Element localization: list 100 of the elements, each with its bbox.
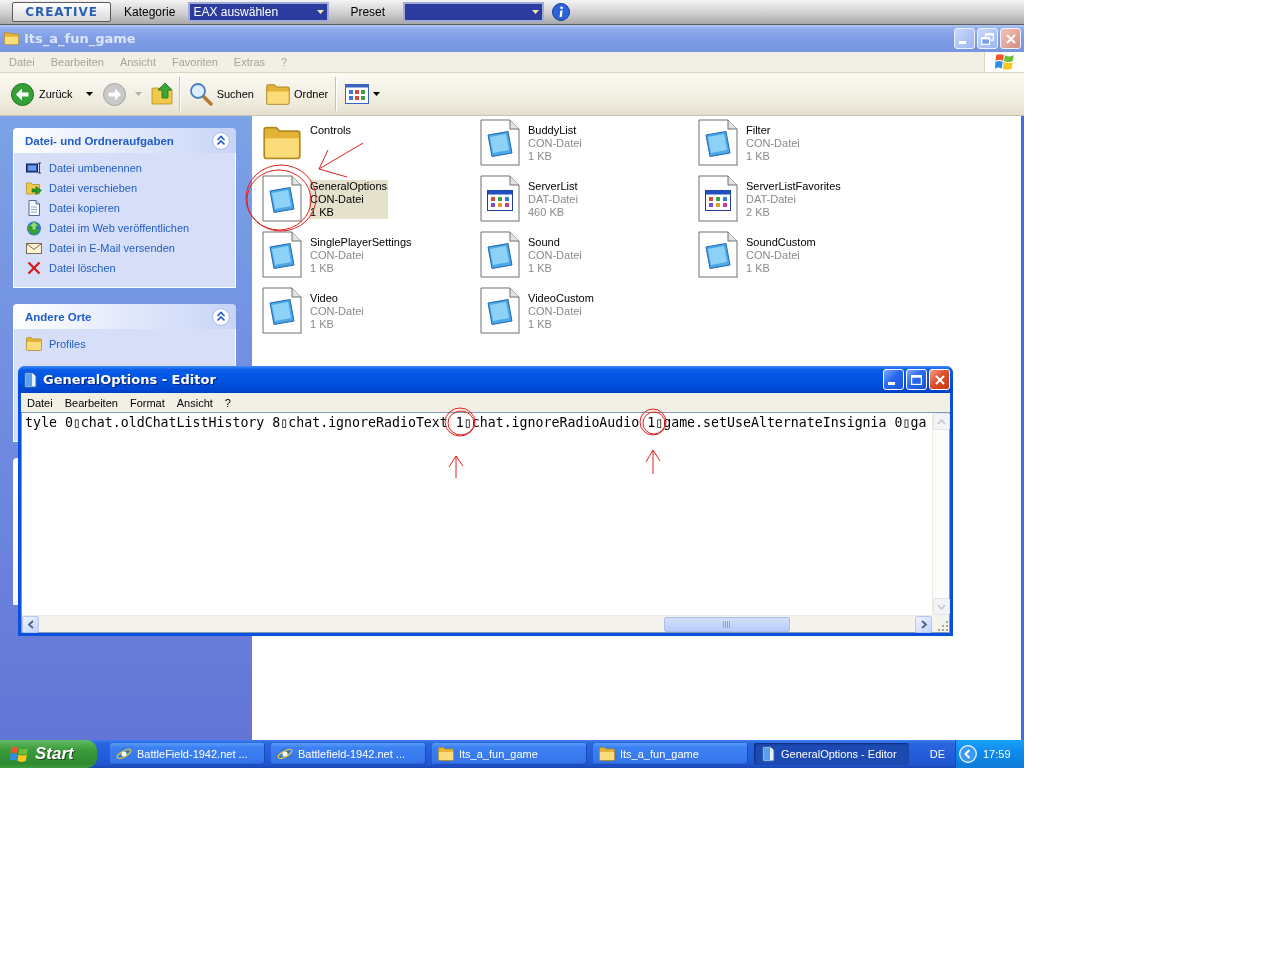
- back-button[interactable]: Zurück: [8, 76, 96, 112]
- file-name: VideoCustom: [528, 292, 594, 305]
- document-icon: [261, 231, 303, 279]
- taskbar-button[interactable]: Its_a_fun_game: [432, 743, 587, 765]
- document-icon: [261, 287, 303, 335]
- file-name: GeneralOptions: [310, 180, 388, 193]
- file-name: Video: [310, 292, 339, 305]
- task-link[interactable]: Datei im Web veröffentlichen: [26, 220, 190, 236]
- folder-arrow-icon: [26, 180, 42, 196]
- category-label: Kategorie: [124, 5, 176, 19]
- caret-icon: [532, 10, 540, 14]
- collapse-chevron-icon[interactable]: [212, 307, 230, 326]
- creative-logo: CREATIVE: [12, 2, 111, 22]
- file-label[interactable]: ServerList DAT-Datei 460 KB: [527, 180, 579, 219]
- file-type: CON-Datei: [746, 137, 800, 150]
- flag-logo-icon: [10, 745, 29, 763]
- file-name[interactable]: Controls: [309, 124, 352, 137]
- preset-dropdown[interactable]: [403, 2, 545, 22]
- taskbar-button[interactable]: BattleField-1942.net ...: [110, 743, 265, 765]
- task-link[interactable]: Profiles: [26, 336, 86, 352]
- window-title: Its_a_fun_game: [24, 31, 137, 46]
- folder-icon: [265, 83, 290, 105]
- menu-item[interactable]: Bearbeiten: [58, 396, 124, 409]
- folder-icon: [4, 32, 19, 45]
- file-type: CON-Datei: [528, 305, 583, 318]
- menu-item[interactable]: Datei: [21, 396, 59, 409]
- file-label[interactable]: VideoCustom CON-Datei 1 KB: [527, 292, 595, 331]
- file-name: ServerListFavorites: [746, 180, 841, 193]
- close-icon: [1005, 33, 1016, 44]
- chevron-down-icon: [937, 602, 946, 611]
- task-link[interactable]: Datei umbenennen: [26, 160, 142, 176]
- size-grip-icon[interactable]: [937, 620, 949, 632]
- chevron-left-icon: [26, 619, 35, 629]
- globe-orbit-icon: [277, 746, 293, 762]
- menu-item[interactable]: Format: [123, 396, 171, 409]
- clock: 17:59: [983, 748, 1011, 760]
- start-button[interactable]: Start: [0, 740, 97, 768]
- view-grid-icon: [345, 84, 370, 104]
- maximize-button[interactable]: [906, 369, 927, 390]
- restore-button[interactable]: [977, 28, 998, 49]
- file-name: Sound: [528, 236, 561, 249]
- document-icon: [479, 287, 521, 335]
- taskbar-button[interactable]: Its_a_fun_game: [593, 743, 748, 765]
- notepad-icon: [760, 746, 776, 762]
- document-icon: [26, 200, 42, 216]
- language-indicator[interactable]: DE: [929, 748, 945, 760]
- task-link[interactable]: Datei in E-Mail versenden: [26, 240, 175, 256]
- file-label[interactable]: Video CON-Datei 1 KB: [309, 292, 365, 331]
- file-label[interactable]: Filter CON-Datei 1 KB: [745, 124, 801, 163]
- taskbar-button[interactable]: Battlefield-1942.net ...: [271, 743, 426, 765]
- document-icon: [479, 119, 521, 167]
- document-icon: [697, 119, 739, 167]
- file-size: 460 KB: [528, 206, 566, 219]
- file-type: CON-Datei: [528, 137, 582, 150]
- info-icon[interactable]: [552, 3, 571, 21]
- file-size: 1 KB: [528, 262, 553, 275]
- grip-lines-icon: [723, 620, 732, 628]
- horizontal-scrollbar[interactable]: [22, 615, 932, 632]
- maximize-icon: [911, 374, 922, 385]
- task-link[interactable]: Datei kopieren: [26, 200, 120, 216]
- file-size: 1 KB: [528, 150, 553, 163]
- task-link[interactable]: Datei löschen: [26, 260, 116, 276]
- search-button[interactable]: Suchen: [185, 76, 257, 112]
- window-title: GeneralOptions - Editor: [43, 372, 217, 387]
- minimize-icon: [959, 41, 966, 44]
- file-type: CON-Datei: [746, 249, 801, 262]
- folders-button[interactable]: Ordner: [262, 76, 332, 112]
- document-window-icon: [479, 175, 521, 223]
- file-type: CON-Datei: [528, 249, 582, 262]
- collapse-chevron-icon[interactable]: [212, 131, 230, 150]
- flag-logo-icon: [994, 53, 1015, 71]
- notepad-icon: [22, 371, 38, 388]
- scroll-right-button[interactable]: [915, 615, 932, 633]
- folder-icon: [438, 747, 454, 761]
- search-icon: [188, 82, 213, 106]
- file-label[interactable]: Sound CON-Datei 1 KB: [527, 236, 583, 275]
- folder-up-icon[interactable]: [150, 82, 175, 106]
- file-label[interactable]: SinglePlayerSettings CON-Datei 1 KB: [309, 236, 413, 275]
- annotation-arrow-icon: [448, 455, 464, 479]
- file-type: DAT-Datei: [746, 193, 797, 206]
- taskbar-button[interactable]: GeneralOptions - Editor: [754, 743, 909, 765]
- document-window-icon: [697, 175, 739, 223]
- scrollbar-thumb[interactable]: [664, 616, 791, 632]
- preset-label: Preset: [350, 5, 386, 19]
- file-label[interactable]: ServerListFavorites DAT-Datei 2 KB: [745, 180, 842, 219]
- document-icon: [697, 231, 739, 279]
- close-icon: [934, 374, 945, 385]
- file-size: 1 KB: [310, 318, 335, 331]
- file-label[interactable]: BuddyList CON-Datei 1 KB: [527, 124, 583, 163]
- task-link[interactable]: Datei verschieben: [26, 180, 138, 196]
- menu-item[interactable]: ?: [218, 396, 237, 409]
- screen-cursor-icon: [26, 160, 42, 176]
- expand-chevron-icon[interactable]: [959, 745, 977, 763]
- menu-item[interactable]: Ansicht: [170, 396, 219, 409]
- restore-icon: [981, 32, 994, 45]
- folder-icon: [599, 747, 615, 761]
- close-button[interactable]: [1000, 28, 1021, 49]
- category-dropdown[interactable]: EAX auswählen: [188, 2, 330, 22]
- file-label[interactable]: SoundCustom CON-Datei 1 KB: [745, 236, 817, 275]
- scroll-left-button[interactable]: [22, 615, 39, 633]
